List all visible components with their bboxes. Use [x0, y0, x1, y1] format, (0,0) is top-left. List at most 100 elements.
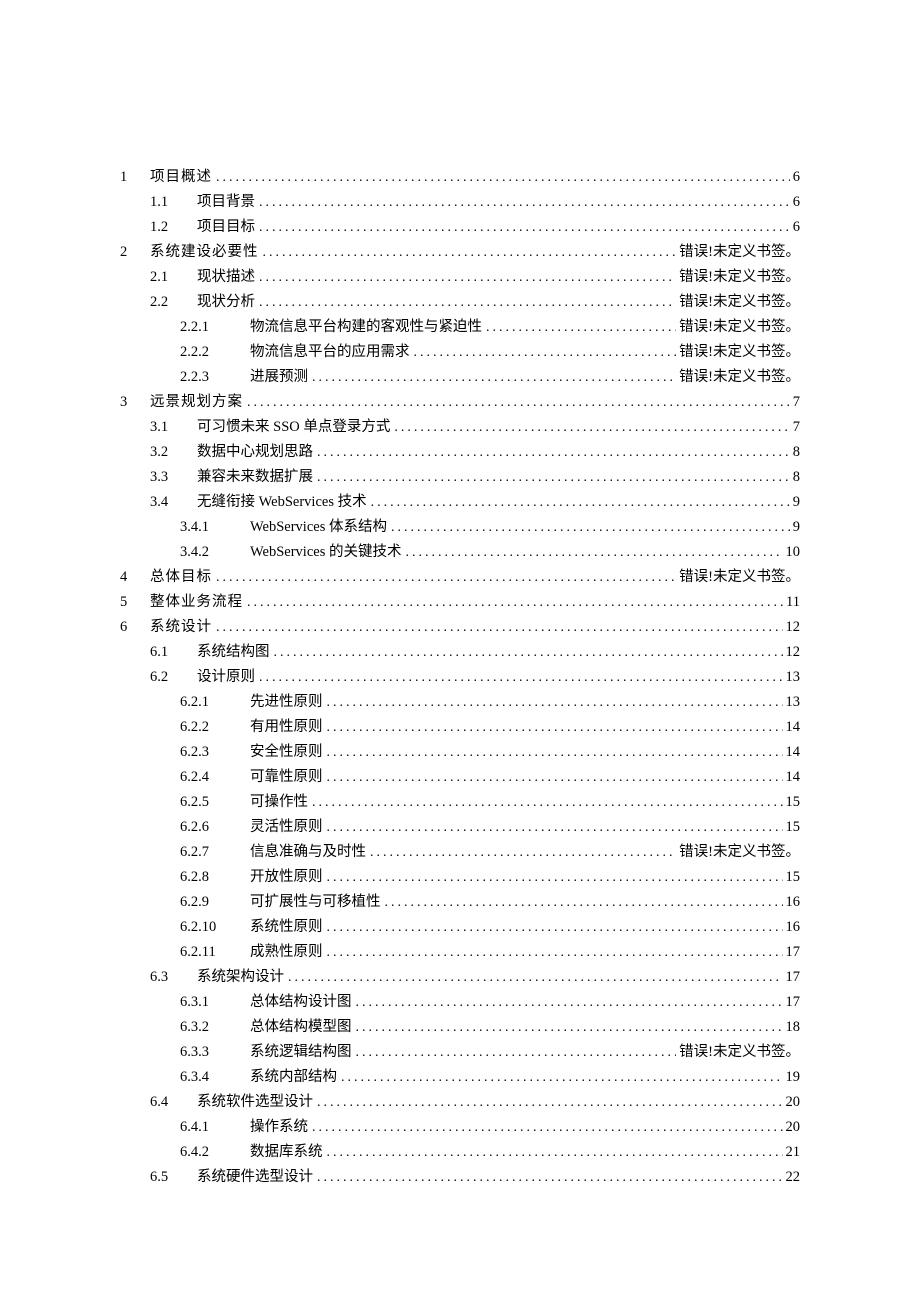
toc-entry: 3.4.1WebServices 体系结构9 — [120, 515, 800, 540]
toc-page-number: 17 — [783, 965, 801, 990]
toc-page-number: 13 — [783, 665, 801, 690]
toc-entry: 6.3.2总体结构模型图18 — [120, 1015, 800, 1040]
toc-entry: 6系统设计12 — [120, 615, 800, 640]
toc-leader — [405, 540, 782, 565]
toc-page-number: 9 — [790, 490, 800, 515]
toc-title: 现状分析 — [197, 290, 259, 315]
toc-title: 系统性原则 — [250, 915, 327, 940]
toc-number: 6.2.11 — [180, 940, 250, 965]
toc-entry: 6.2.2有用性原则14 — [120, 715, 800, 740]
toc-entry: 2.2.3进展预测错误!未定义书签。 — [120, 365, 800, 390]
toc-title: 整体业务流程 — [150, 590, 247, 615]
toc-leader — [327, 715, 783, 740]
toc-number: 2.1 — [150, 265, 197, 290]
toc-number: 6.3.3 — [180, 1040, 250, 1065]
toc-entry: 6.4.2数据库系统 21 — [120, 1140, 800, 1165]
toc-number: 5 — [120, 590, 150, 615]
toc-leader — [394, 415, 789, 440]
toc-title: 系统架构设计 — [197, 965, 288, 990]
toc-page-number: 10 — [783, 540, 801, 565]
toc-number: 6.3.4 — [180, 1065, 250, 1090]
toc-leader — [216, 565, 676, 590]
toc-page-number: 20 — [783, 1115, 801, 1140]
toc-title: 安全性原则 — [250, 740, 327, 765]
toc-leader — [391, 515, 790, 540]
toc-page-number: 6 — [790, 190, 800, 215]
toc-entry: 2.1现状描述 错误!未定义书签。 — [120, 265, 800, 290]
toc-page-number: 12 — [783, 615, 801, 640]
toc-page-number: 错误!未定义书签。 — [676, 265, 800, 290]
toc-number: 6.4.2 — [180, 1140, 250, 1165]
toc-leader — [327, 915, 783, 940]
toc-entry: 1.2项目目标6 — [120, 215, 800, 240]
toc-title: 可操作性 — [250, 790, 312, 815]
toc-title: 现状描述 — [197, 265, 259, 290]
toc-title: WebServices 的关键技术 — [250, 540, 405, 565]
toc-number: 1 — [120, 165, 150, 190]
toc-leader — [259, 265, 676, 290]
toc-title: 系统软件选型设计 — [197, 1090, 317, 1115]
toc-page-number: 16 — [783, 890, 801, 915]
toc-page-number: 22 — [783, 1165, 801, 1190]
toc-entry: 4总体目标错误!未定义书签。 — [120, 565, 800, 590]
toc-entry: 2系统建设必要性错误!未定义书签。 — [120, 240, 800, 265]
toc-leader — [327, 940, 783, 965]
toc-page-number: 15 — [783, 865, 801, 890]
toc-page-number: 14 — [783, 740, 801, 765]
toc-number: 6.2.1 — [180, 690, 250, 715]
toc-title: 总体目标 — [150, 565, 216, 590]
toc-title: 物流信息平台的应用需求 — [250, 340, 414, 365]
toc-title: 系统设计 — [150, 615, 216, 640]
toc-number: 2.2 — [150, 290, 197, 315]
toc-leader — [259, 190, 790, 215]
toc-title: 系统逻辑结构图 — [250, 1040, 356, 1065]
toc-leader — [327, 690, 783, 715]
toc-number: 1.1 — [150, 190, 197, 215]
toc-leader — [486, 315, 676, 340]
toc-number: 6.1 — [150, 640, 197, 665]
toc-entry: 6.4系统软件选型设计20 — [120, 1090, 800, 1115]
toc-entry: 6.1系统结构图12 — [120, 640, 800, 665]
toc-leader — [370, 840, 676, 865]
toc-entry: 6.4.1操作系统20 — [120, 1115, 800, 1140]
toc-title: 项目概述 — [150, 165, 216, 190]
toc-entry: 2.2.2物流信息平台的应用需求错误!未定义书签。 — [120, 340, 800, 365]
toc-page-number: 9 — [790, 515, 800, 540]
toc-number: 6.4.1 — [180, 1115, 250, 1140]
toc-page-number: 21 — [783, 1140, 801, 1165]
toc-number: 6.4 — [150, 1090, 197, 1115]
toc-number: 2.2.1 — [180, 315, 250, 340]
toc-title: 进展预测 — [250, 365, 312, 390]
toc-number: 2 — [120, 240, 150, 265]
toc-leader — [259, 665, 783, 690]
toc-leader — [356, 1040, 677, 1065]
toc-leader — [317, 440, 790, 465]
toc-entry: 6.3系统架构设计 17 — [120, 965, 800, 990]
toc-page-number: 错误!未定义书签。 — [676, 1040, 800, 1065]
toc-entry: 6.2.4可靠性原则14 — [120, 765, 800, 790]
toc-number: 6.3 — [150, 965, 197, 990]
toc-leader — [312, 790, 783, 815]
toc-number: 6.5 — [150, 1165, 197, 1190]
toc-page-number: 错误!未定义书签。 — [676, 340, 800, 365]
toc-entry: 2.2现状分析 错误!未定义书签。 — [120, 290, 800, 315]
toc-page-number: 17 — [783, 940, 801, 965]
toc-page: 1项目概述61.1项目背景61.2项目目标62系统建设必要性错误!未定义书签。2… — [0, 0, 920, 1190]
toc-page-number: 错误!未定义书签。 — [676, 290, 800, 315]
toc-entry: 3远景规划方案7 — [120, 390, 800, 415]
toc-leader — [327, 1140, 783, 1165]
toc-title: 数据库系统 — [250, 1140, 327, 1165]
toc-number: 6.2.9 — [180, 890, 250, 915]
toc-leader — [288, 965, 783, 990]
toc-number: 4 — [120, 565, 150, 590]
toc-title: 可习惯未来 SSO 单点登录方式 — [197, 415, 394, 440]
toc-page-number: 17 — [783, 990, 801, 1015]
toc-page-number: 12 — [783, 640, 801, 665]
toc-page-number: 16 — [783, 915, 801, 940]
toc-entry: 3.2数据中心规划思路8 — [120, 440, 800, 465]
toc-page-number: 错误!未定义书签。 — [676, 315, 800, 340]
toc-leader — [327, 865, 783, 890]
toc-number: 6.2.6 — [180, 815, 250, 840]
toc-title: WebServices 体系结构 — [250, 515, 391, 540]
toc-entry: 6.2.11成熟性原则17 — [120, 940, 800, 965]
